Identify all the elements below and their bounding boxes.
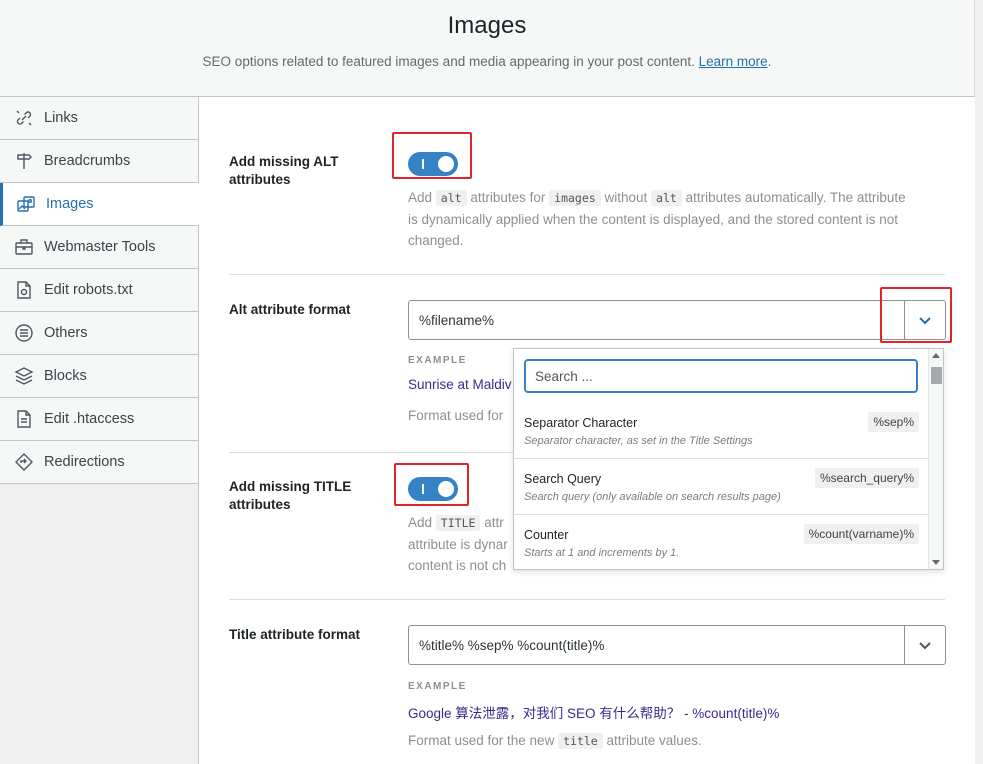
sidebar-item-images[interactable]: Images bbox=[0, 183, 199, 226]
sidebar-item-edit-htaccess[interactable]: Edit .htaccess bbox=[0, 398, 198, 441]
dropdown-scrollbar[interactable] bbox=[928, 349, 943, 569]
title-toggle-highlight bbox=[394, 463, 469, 506]
settings-sidebar: Links Breadcrumbs Images Webmaster Tools… bbox=[0, 97, 199, 484]
scroll-thumb[interactable] bbox=[931, 367, 942, 384]
title-missing-description: Add TITLE attr attribute is dynar conten… bbox=[408, 515, 508, 573]
sidebar-item-webmaster-tools[interactable]: Webmaster Tools bbox=[0, 226, 198, 269]
alt-format-example-label: EXAMPLE bbox=[408, 355, 467, 366]
links-icon bbox=[13, 107, 35, 129]
alt-format-description: Format used for bbox=[408, 408, 504, 423]
signpost-icon bbox=[13, 150, 35, 172]
title-format-description: Format used for the new title attribute … bbox=[408, 733, 702, 749]
sidebar-background bbox=[0, 484, 199, 764]
images-icon bbox=[15, 193, 37, 215]
robot-file-icon bbox=[13, 279, 35, 301]
dropdown-option-search-query[interactable]: Search Query Search query (only availabl… bbox=[514, 459, 929, 515]
dropdown-option-counter[interactable]: Counter Starts at 1 and increments by 1.… bbox=[514, 515, 929, 569]
alt-format-select[interactable]: %filename% bbox=[408, 300, 946, 340]
sidebar-item-breadcrumbs[interactable]: Breadcrumbs bbox=[0, 140, 198, 183]
redirect-icon bbox=[13, 451, 35, 473]
title-format-value: %title% %sep% %count(title)% bbox=[419, 638, 605, 653]
sidebar-item-edit-robots[interactable]: Edit robots.txt bbox=[0, 269, 198, 312]
divider bbox=[229, 599, 945, 600]
page-subtitle: SEO options related to featured images a… bbox=[202, 54, 772, 69]
divider bbox=[229, 274, 945, 275]
alt-format-value: %filename% bbox=[419, 313, 495, 328]
title-format-select[interactable]: %title% %sep% %count(title)% bbox=[408, 625, 946, 665]
scroll-down-arrow-icon[interactable] bbox=[932, 560, 940, 565]
alt-dropdown-highlight bbox=[880, 287, 952, 343]
sidebar-item-blocks[interactable]: Blocks bbox=[0, 355, 198, 398]
page-edge bbox=[975, 0, 983, 764]
title-format-dropdown-button[interactable] bbox=[904, 626, 945, 664]
sidebar-item-others[interactable]: Others bbox=[0, 312, 198, 355]
alt-format-label: Alt attribute format bbox=[229, 302, 351, 317]
dropdown-option-separator[interactable]: Separator Character Separator character,… bbox=[514, 403, 929, 459]
title-format-example-value: Google 算法泄露，对我们 SEO 有什么帮助？ - %count(titl… bbox=[408, 706, 780, 721]
page-header: Images SEO options related to featured i… bbox=[0, 0, 975, 97]
blocks-icon bbox=[13, 365, 35, 387]
alt-missing-label: Add missing ALT attributes bbox=[229, 154, 339, 187]
title-format-label: Title attribute format bbox=[229, 627, 361, 642]
scroll-up-arrow-icon[interactable] bbox=[932, 353, 940, 358]
chevron-down-icon bbox=[919, 642, 931, 650]
toolbox-icon bbox=[13, 236, 35, 258]
divider bbox=[229, 452, 519, 453]
list-circle-icon bbox=[13, 322, 35, 344]
variable-dropdown: Separator Character Separator character,… bbox=[513, 348, 944, 570]
title-format-example-label: EXAMPLE bbox=[408, 681, 467, 692]
sidebar-item-links[interactable]: Links bbox=[0, 97, 198, 140]
sidebar-item-redirections[interactable]: Redirections bbox=[0, 441, 198, 484]
alt-toggle-highlight bbox=[392, 132, 472, 179]
variable-search-input[interactable] bbox=[524, 359, 918, 393]
page-title: Images bbox=[447, 12, 527, 39]
alt-missing-description: Add alt attributes for images without al… bbox=[408, 190, 906, 248]
learn-more-link[interactable]: Learn more bbox=[699, 54, 768, 69]
title-missing-label: Add missing TITLE attributes bbox=[229, 479, 352, 512]
file-icon bbox=[13, 408, 35, 430]
alt-format-example-value: Sunrise at Maldiv bbox=[408, 377, 512, 392]
